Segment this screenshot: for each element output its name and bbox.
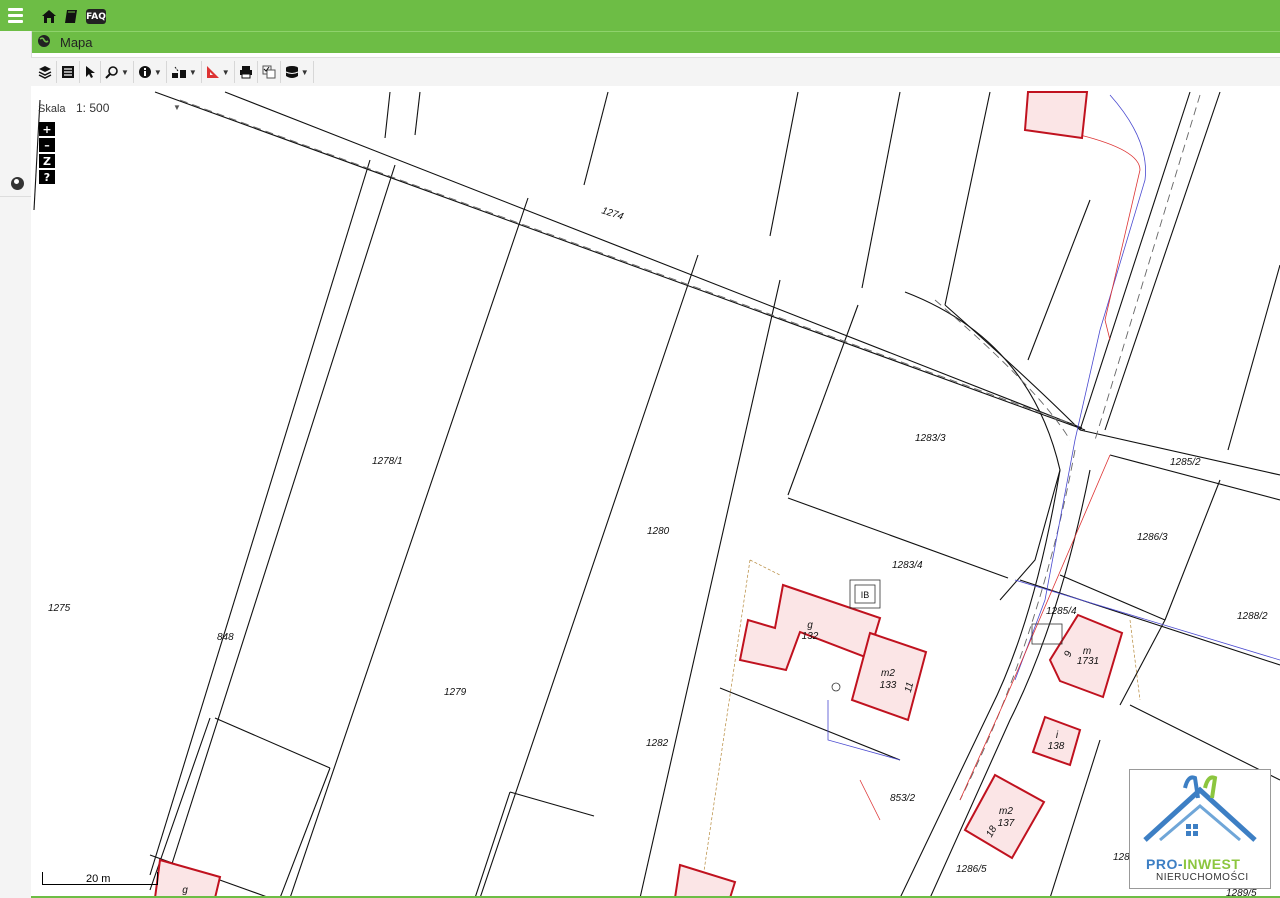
database-icon[interactable]: ▼: [281, 61, 314, 83]
menu-icon[interactable]: [0, 0, 31, 31]
building-type: g: [807, 620, 813, 631]
zoom-out-button[interactable]: –: [39, 138, 55, 152]
scale-dropdown-icon[interactable]: ▼: [173, 103, 181, 112]
building-type: m2: [881, 668, 895, 679]
parcel-1286-5: 1286/5: [956, 864, 987, 875]
parcel-1285-4: 1285/4: [1046, 606, 1077, 617]
parcel-1280: 1280: [647, 526, 670, 537]
company-logo: PRO-INWEST NIERUCHOMOŚCI: [1129, 769, 1271, 889]
select-area-icon[interactable]: ▼: [167, 61, 202, 83]
parcel-1286-3: 1286/3: [1137, 532, 1168, 543]
parcel-848: 848: [217, 632, 234, 643]
building-type: g: [182, 885, 188, 896]
logo-text: PRO-INWEST: [1146, 856, 1241, 872]
building-number: 137: [998, 818, 1015, 829]
house-icon: [1143, 775, 1257, 842]
globe-icon[interactable]: [11, 177, 24, 190]
building-type: m2: [999, 806, 1013, 817]
parcel-1288-2: 1288/2: [1237, 611, 1268, 622]
ib-label: IB: [861, 590, 870, 600]
faq-icon[interactable]: FAQ: [86, 9, 106, 24]
parcel-1283-3: 1283/3: [915, 433, 946, 444]
list-icon[interactable]: [57, 61, 80, 83]
zoom-controls: + – Z ?: [39, 122, 55, 184]
building-number: 133: [880, 680, 897, 691]
parcel-1274: 1274: [600, 205, 625, 222]
parcel-1278-1: 1278/1: [372, 456, 403, 467]
logo-subtext: NIERUCHOMOŚCI: [1156, 872, 1249, 883]
top-bar: FAQ: [0, 0, 1280, 31]
parcel-1275: 1275: [48, 603, 71, 614]
scale-label: Skala: [38, 103, 66, 115]
layers-icon[interactable]: [34, 61, 57, 83]
building-number: 1731: [1077, 656, 1099, 667]
parcel-853-2: 853/2: [890, 793, 915, 804]
compare-icon[interactable]: [258, 61, 281, 83]
building-number: 138: [1048, 741, 1065, 752]
sidebar-divider: [0, 196, 31, 197]
building-number: 132: [802, 631, 819, 642]
zoom-extent-button[interactable]: Z: [39, 154, 55, 168]
title-bar: Mapa: [31, 31, 1280, 53]
info-icon[interactable]: ▼: [134, 61, 167, 83]
home-icon[interactable]: [40, 8, 57, 25]
cadastral-map: 1274 1275 1278/1 1279 1280 1282 1283/3 1…: [33, 91, 1280, 898]
print-icon[interactable]: [235, 61, 258, 83]
page-title: Mapa: [60, 35, 93, 50]
sidebar: [0, 31, 32, 898]
parcel-1282: 1282: [646, 738, 669, 749]
map-toolbar: ▼ ▼ ▼ ▼ ▼: [31, 57, 1280, 87]
measure-icon[interactable]: ▼: [202, 61, 235, 83]
zoom-in-button[interactable]: +: [39, 122, 55, 136]
book-icon[interactable]: [63, 8, 80, 25]
zoom-icon[interactable]: ▼: [101, 61, 134, 83]
map-canvas[interactable]: 1274 1275 1278/1 1279 1280 1282 1283/3 1…: [31, 86, 1280, 898]
scale-bar-label: 20 m: [86, 873, 111, 885]
pointer-icon[interactable]: [80, 61, 101, 83]
parcel-1279: 1279: [444, 687, 467, 698]
scale-select[interactable]: 1: 500: [76, 101, 109, 115]
parcel-1285-2: 1285/2: [1170, 457, 1201, 468]
map-globe-icon: [37, 34, 53, 50]
help-button[interactable]: ?: [39, 170, 55, 184]
parcel-1283-4: 1283/4: [892, 560, 923, 571]
